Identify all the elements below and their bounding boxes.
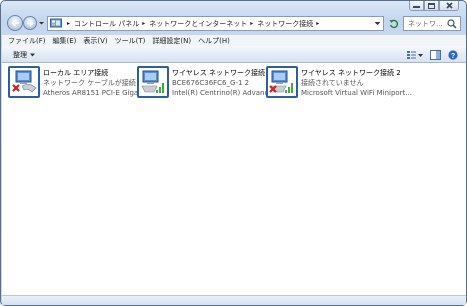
menu-advanced[interactable]: 詳細設定(N) <box>152 36 191 46</box>
search-box[interactable]: ネットワ... <box>403 16 461 31</box>
connection-item-local-area[interactable]: ローカル エリア接続 ネットワーク ケーブルが接続さ... Atheros AR… <box>8 66 154 98</box>
connection-item-wireless[interactable]: ワイヤレス ネットワーク接続 BCE676C36FC6_G-1 2 Intel(… <box>137 66 279 98</box>
chevron-down-icon <box>374 22 381 25</box>
chevron-down-icon <box>30 53 35 57</box>
refresh-icon <box>389 19 399 28</box>
help-button[interactable]: ? <box>447 49 459 60</box>
menu-view[interactable]: 表示(V) <box>83 36 107 46</box>
connection-info: ワイヤレス ネットワーク接続 2 接続されていません Microsoft Vir… <box>301 66 412 98</box>
command-bar: 整理 ? <box>2 46 466 63</box>
connection-device: Intel(R) Centrino(R) Advance... <box>172 89 280 97</box>
view-options-button[interactable] <box>407 49 423 60</box>
command-bar-right: ? <box>401 49 459 60</box>
explorer-window: ▸ コントロール パネル ▸ ネットワークとインターネット ▸ ネットワーク接続… <box>0 0 467 306</box>
connection-status: 接続されていません <box>301 79 364 87</box>
recent-pages-button[interactable] <box>38 19 45 27</box>
chevron-down-icon <box>39 22 44 25</box>
breadcrumb-control-panel[interactable]: コントロール パネル <box>74 19 139 29</box>
search-input[interactable]: ネットワ... <box>404 19 447 29</box>
connection-name: ワイヤレス ネットワーク接続 <box>172 69 266 77</box>
breadcrumb-network-and-internet[interactable]: ネットワークとインターネット <box>149 19 247 29</box>
change-view-icon <box>407 50 423 59</box>
breadcrumb-separator[interactable]: ▸ <box>142 20 145 27</box>
organize-label: 整理 <box>13 51 27 59</box>
close-icon <box>445 2 453 9</box>
menu-help[interactable]: ヘルプ(H) <box>198 36 230 46</box>
address-dropdown-button[interactable] <box>372 17 383 30</box>
connection-item-wireless-2[interactable]: ワイヤレス ネットワーク接続 2 接続されていません Microsoft Vir… <box>266 66 412 98</box>
connection-info: ワイヤレス ネットワーク接続 BCE676C36FC6_G-1 2 Intel(… <box>172 66 279 98</box>
search-icon[interactable] <box>447 18 457 29</box>
minimize-icon <box>413 5 420 8</box>
organize-button[interactable]: 整理 <box>13 50 35 60</box>
navigation-bar: ▸ コントロール パネル ▸ ネットワークとインターネット ▸ ネットワーク接続… <box>4 14 463 33</box>
back-arrow-icon <box>10 19 19 27</box>
menu-file[interactable]: ファイル(F) <box>8 36 46 46</box>
status-bar <box>2 295 466 305</box>
maximize-button[interactable] <box>424 1 439 11</box>
maximize-icon <box>428 2 435 9</box>
preview-pane-icon <box>429 49 441 60</box>
connection-device: Microsoft Virtual WiFi Miniport... <box>301 89 412 97</box>
breadcrumb-separator[interactable]: ▸ <box>250 20 253 27</box>
close-button[interactable] <box>439 1 459 11</box>
breadcrumb-network-connections[interactable]: ネットワーク接続 <box>257 19 313 29</box>
connection-status: BCE676C36FC6_G-1 2 <box>172 79 250 87</box>
minimize-button[interactable] <box>409 1 424 11</box>
connection-name: ワイヤレス ネットワーク接続 2 <box>301 69 401 77</box>
breadcrumb-separator[interactable]: ▸ <box>316 20 319 27</box>
breadcrumb-separator: ▸ <box>67 20 71 27</box>
back-button[interactable] <box>7 15 23 31</box>
preview-pane-button[interactable] <box>429 49 441 60</box>
svg-text:?: ? <box>451 53 455 60</box>
menu-tools[interactable]: ツール(T) <box>115 36 146 46</box>
control-panel-icon <box>50 18 62 28</box>
wired-network-disconnected-icon <box>8 66 40 98</box>
forward-button[interactable] <box>23 16 37 30</box>
wireless-network-disconnected-icon <box>266 66 298 98</box>
menu-edit[interactable]: 編集(E) <box>53 36 77 46</box>
connections-view: ローカル エリア接続 ネットワーク ケーブルが接続さ... Atheros AR… <box>2 63 466 295</box>
menu-bar: ファイル(F) 編集(E) 表示(V) ツール(T) 詳細設定(N) ヘルプ(H… <box>2 35 466 46</box>
wireless-network-connected-icon <box>137 66 169 98</box>
caption-buttons <box>409 1 459 11</box>
address-bar[interactable]: ▸ コントロール パネル ▸ ネットワークとインターネット ▸ ネットワーク接続… <box>47 16 384 31</box>
refresh-button[interactable] <box>387 16 401 31</box>
forward-arrow-icon <box>27 20 34 26</box>
help-icon: ? <box>448 49 458 60</box>
